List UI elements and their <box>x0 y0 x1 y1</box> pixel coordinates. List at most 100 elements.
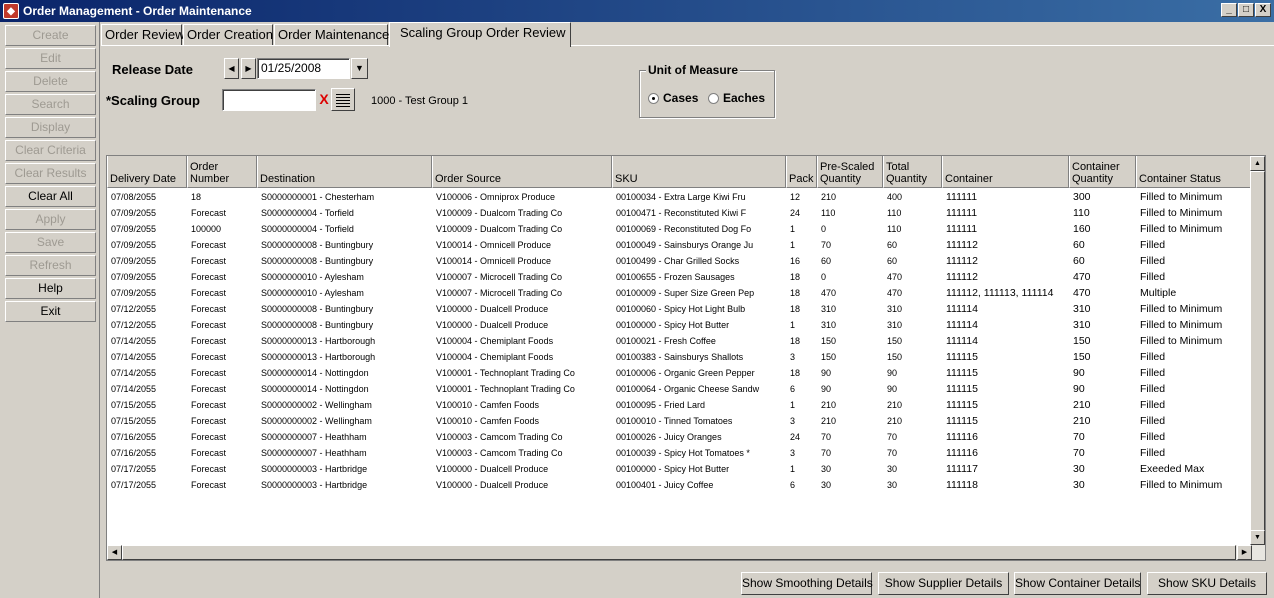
cell-container: 111115 <box>946 367 978 379</box>
scroll-right-icon[interactable]: ▶ <box>1237 545 1252 560</box>
cell-pre-scaled-quantity: 310 <box>821 320 837 330</box>
cell-delivery-date: 07/09/2055 <box>111 208 157 218</box>
column-header-text: Number <box>190 173 230 185</box>
cell-pack: 18 <box>790 304 801 314</box>
show-sku-details-button[interactable]: Show SKU Details <box>1147 572 1267 595</box>
table-row[interactable]: 07/09/2055 Forecast S0000000008 - Buntingb… <box>107 253 1252 269</box>
scroll-up-icon[interactable]: ▲ <box>1250 156 1265 171</box>
tab-scaling-group-order-review[interactable]: Scaling Group Order Review <box>389 22 571 47</box>
table-row[interactable]: 07/12/2055 Forecast S0000000008 - Buntingb… <box>107 301 1252 317</box>
clear-all-button[interactable]: Clear All <box>5 186 96 207</box>
cell-container-quantity: 30 <box>1073 463 1085 475</box>
uom-eaches-radio[interactable]: Eaches <box>708 91 765 105</box>
radio-selected-icon <box>648 92 659 104</box>
column-header-total-quantity[interactable]: Total Quantity <box>883 156 942 188</box>
table-row[interactable]: 07/16/2055 Forecast S0000000007 - Heathham… <box>107 445 1252 461</box>
save-button[interactable]: Save <box>5 232 96 253</box>
clear-x-icon[interactable]: X <box>317 89 331 110</box>
title-bar: ◆ Order Management - Order Maintenance _… <box>0 0 1274 22</box>
cell-container: 111116 <box>946 447 978 459</box>
date-dropdown-icon[interactable]: ▼ <box>351 58 368 79</box>
column-header-text: Order Source <box>435 173 502 185</box>
cell-delivery-date: 07/09/2055 <box>111 240 157 250</box>
scaling-group-input[interactable] <box>222 89 316 111</box>
table-row[interactable]: 07/09/2055 100000 S0000000004 - Torfield V1… <box>107 221 1252 237</box>
tab-order-creation[interactable]: Order Creation <box>183 24 273 46</box>
column-header-pre-scaled-quantity[interactable]: Pre-Scaled Quantity <box>817 156 883 188</box>
radio-unselected-icon <box>708 92 719 104</box>
search-button[interactable]: Search <box>5 94 96 115</box>
maximize-icon[interactable]: □ <box>1238 3 1254 17</box>
show-smoothing-details-button[interactable]: Show Smoothing Details <box>741 572 873 595</box>
cell-order-number: Forecast <box>191 304 227 314</box>
clear-criteria-button[interactable]: Clear Criteria <box>5 140 96 161</box>
refresh-button[interactable]: Refresh <box>5 255 96 276</box>
column-header-text: Destination <box>260 173 316 185</box>
vertical-scroll-thumb[interactable] <box>1250 171 1265 531</box>
cell-container-quantity: 160 <box>1073 223 1091 235</box>
edit-button[interactable]: Edit <box>5 48 96 69</box>
vertical-scrollbar[interactable]: ▲ ▼ <box>1250 156 1265 560</box>
table-row[interactable]: 07/08/2055 18 S0000000001 - Chesterham V100… <box>107 189 1252 205</box>
table-row[interactable]: 07/09/2055 Forecast S0000000008 - Buntingb… <box>107 237 1252 253</box>
show-container-details-button[interactable]: Show Container Details <box>1014 572 1141 595</box>
table-row[interactable]: 07/17/2055 Forecast S0000000003 - Hartbrid… <box>107 461 1252 477</box>
minimize-icon[interactable]: _ <box>1221 3 1237 17</box>
table-row[interactable]: 07/15/2055 Forecast S0000000002 - Wellingh… <box>107 397 1252 413</box>
list-icon[interactable] <box>331 88 355 111</box>
table-row[interactable]: 07/17/2055 Forecast S0000000003 - Hartbrid… <box>107 477 1252 493</box>
column-header-text: Quantity <box>886 173 927 185</box>
table-row[interactable]: 07/09/2055 Forecast S0000000010 - Aylesham… <box>107 269 1252 285</box>
uom-eaches-label: Eaches <box>723 91 766 105</box>
table-row[interactable]: 07/14/2055 Forecast S0000000014 - Nottingd… <box>107 365 1252 381</box>
cell-container-quantity: 300 <box>1073 191 1091 203</box>
cell-destination: S0000000013 - Hartborough <box>261 352 376 362</box>
scroll-left-icon[interactable]: ◀ <box>107 545 122 560</box>
table-row[interactable]: 07/14/2055 Forecast S0000000013 - Hartboro… <box>107 333 1252 349</box>
prev-date-icon[interactable]: ◀ <box>224 58 239 79</box>
column-header-container-status[interactable]: Container Status <box>1136 156 1252 188</box>
table-row[interactable]: 07/09/2055 Forecast S0000000010 - Aylesham… <box>107 285 1252 301</box>
table-row[interactable]: 07/09/2055 Forecast S0000000004 - Torfield… <box>107 205 1252 221</box>
uom-cases-radio[interactable]: Cases <box>648 91 698 105</box>
column-header-container-quantity[interactable]: Container Quantity <box>1069 156 1136 188</box>
column-header-sku[interactable]: SKU <box>612 156 786 188</box>
cell-container-status: Filled to Minimum <box>1140 479 1223 491</box>
tab-order-review[interactable]: Order Review <box>101 24 184 46</box>
apply-button[interactable]: Apply <box>5 209 96 230</box>
show-supplier-details-button[interactable]: Show Supplier Details <box>878 572 1009 595</box>
cell-order-number: Forecast <box>191 432 227 442</box>
help-button[interactable]: Help <box>5 278 96 299</box>
table-row[interactable]: 07/14/2055 Forecast S0000000013 - Hartboro… <box>107 349 1252 365</box>
next-date-icon[interactable]: ▶ <box>241 58 256 79</box>
clear-results-button[interactable]: Clear Results <box>5 163 96 184</box>
cell-order-source: V100000 - Dualcell Produce <box>436 464 549 474</box>
cell-container: 111112, 111113, 111114 <box>946 287 1054 299</box>
cell-pack: 1 <box>790 224 796 234</box>
cell-destination: S0000000002 - Wellingham <box>261 400 372 410</box>
horizontal-scroll-thumb[interactable] <box>122 545 1236 560</box>
cell-pack: 18 <box>790 288 801 298</box>
tab-order-maintenance[interactable]: Order Maintenance <box>274 24 389 46</box>
scroll-down-icon[interactable]: ▼ <box>1250 530 1265 545</box>
cell-pre-scaled-quantity: 150 <box>821 336 837 346</box>
table-row[interactable]: 07/14/2055 Forecast S0000000014 - Nottingd… <box>107 381 1252 397</box>
column-header-destination[interactable]: Destination <box>257 156 432 188</box>
horizontal-scrollbar[interactable]: ◀ ▶ <box>107 545 1252 560</box>
create-button[interactable]: Create <box>5 25 96 46</box>
exit-button[interactable]: Exit <box>5 301 96 322</box>
cell-container: 111112 <box>946 255 978 267</box>
delete-button[interactable]: Delete <box>5 71 96 92</box>
column-header-order-number[interactable]: Order Number <box>187 156 257 188</box>
column-header-container[interactable]: Container <box>942 156 1069 188</box>
cell-delivery-date: 07/09/2055 <box>111 288 157 298</box>
release-date-field[interactable]: 01/25/2008 <box>257 58 350 79</box>
column-header-order-source[interactable]: Order Source <box>432 156 612 188</box>
display-button[interactable]: Display <box>5 117 96 138</box>
close-icon[interactable]: X <box>1255 3 1271 17</box>
table-row[interactable]: 07/16/2055 Forecast S0000000007 - Heathham… <box>107 429 1252 445</box>
table-row[interactable]: 07/15/2055 Forecast S0000000002 - Wellingh… <box>107 413 1252 429</box>
column-header-delivery-date[interactable]: Delivery Date <box>107 156 187 188</box>
table-row[interactable]: 07/12/2055 Forecast S0000000008 - Buntingb… <box>107 317 1252 333</box>
column-header-pack[interactable]: Pack <box>786 156 817 188</box>
